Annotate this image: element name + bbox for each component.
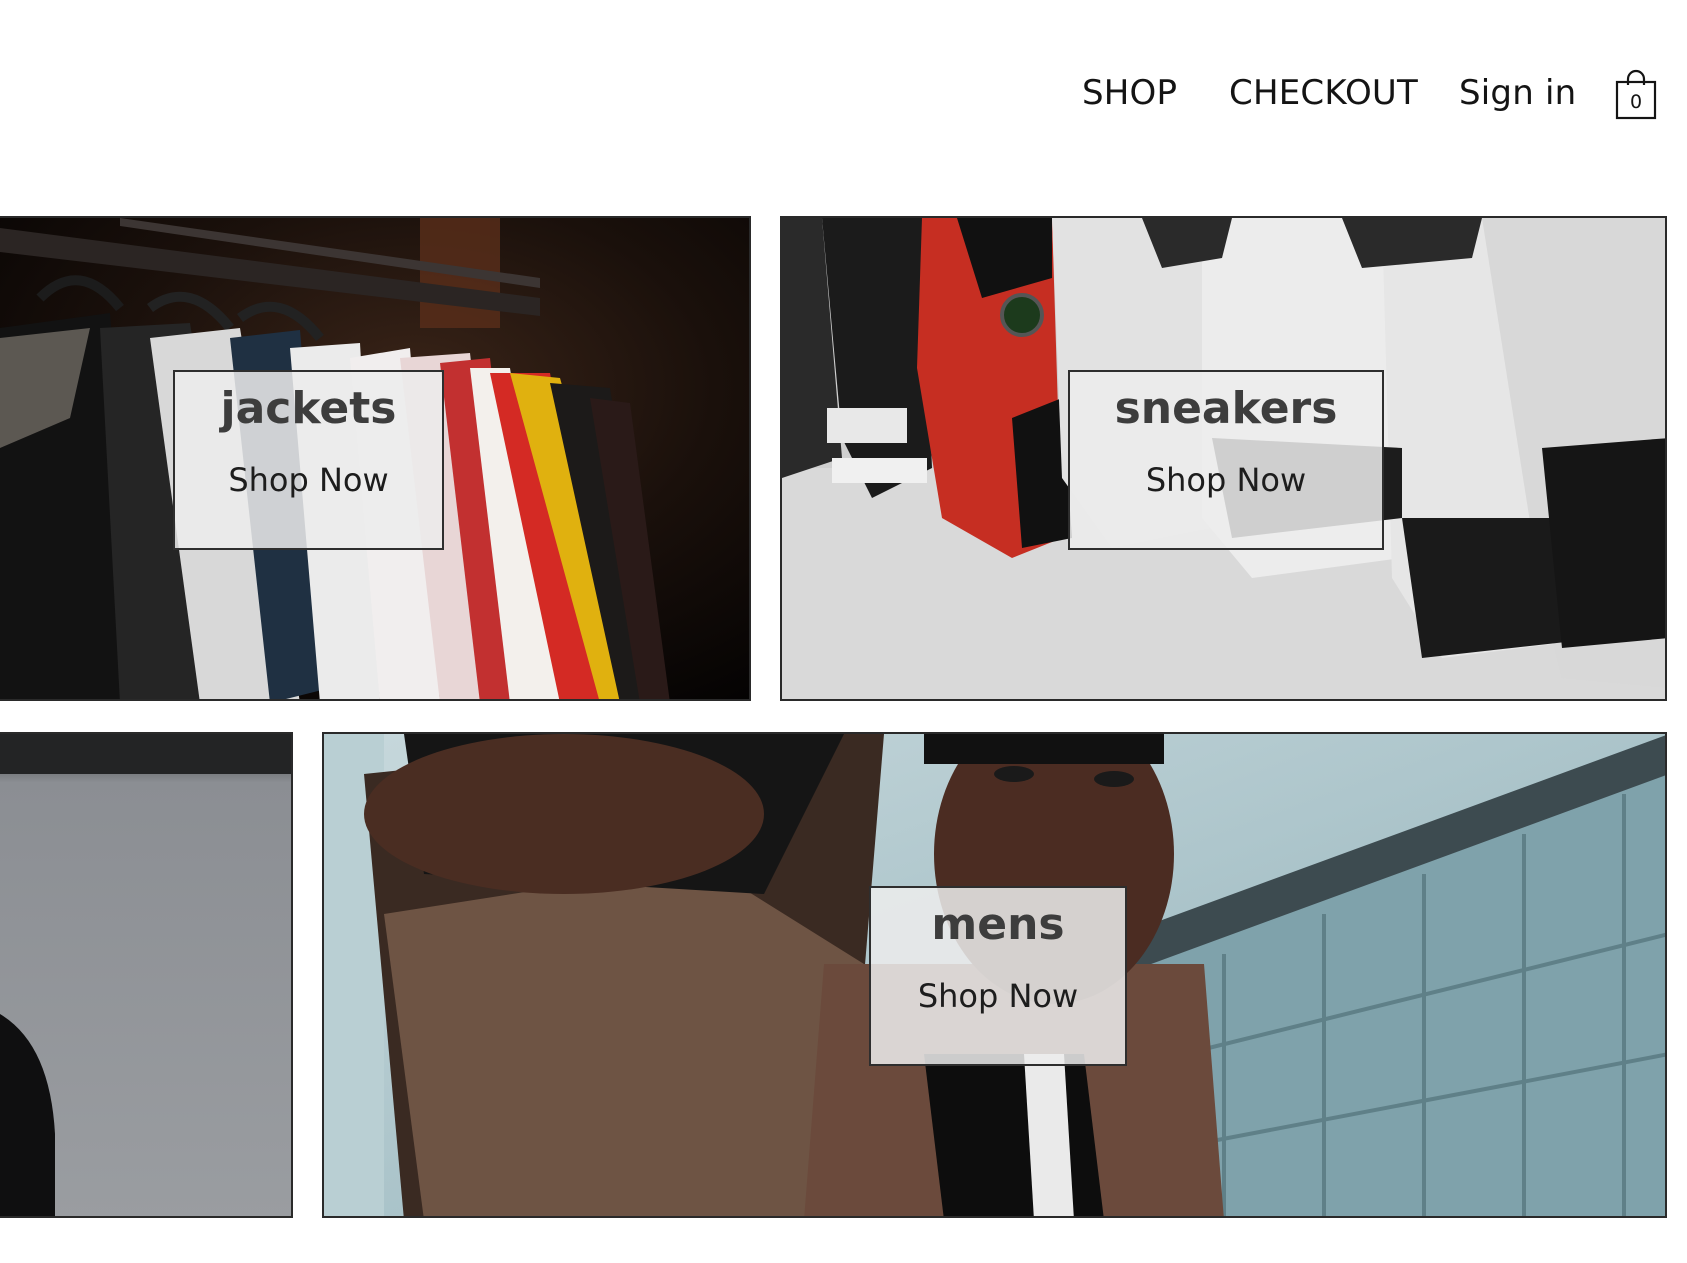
nav-shop-link[interactable]: SHOP — [1082, 73, 1177, 113]
nav-checkout-link[interactable]: CHECKOUT — [1229, 73, 1418, 113]
cart-count: 0 — [1629, 91, 1643, 113]
category-overlay-jackets[interactable]: jackets Shop Now — [173, 370, 444, 550]
category-tile-mens[interactable]: mens Shop Now — [322, 732, 1667, 1218]
category-tile-partial[interactable] — [0, 732, 293, 1218]
shop-now-link[interactable]: Shop Now — [871, 976, 1125, 1016]
category-partial-image — [0, 734, 291, 1216]
category-title: sneakers — [1114, 383, 1338, 434]
category-tile-sneakers[interactable]: sneakers Shop Now — [780, 216, 1667, 701]
shop-now-link[interactable]: Shop Now — [175, 460, 442, 500]
category-overlay-sneakers[interactable]: sneakers Shop Now — [1068, 370, 1384, 550]
site-header: SHOP CHECKOUT Sign in 0 — [0, 0, 1687, 190]
category-overlay-mens[interactable]: mens Shop Now — [869, 886, 1127, 1066]
nav-sign-in-link[interactable]: Sign in — [1459, 73, 1576, 113]
category-title: jackets — [220, 383, 397, 434]
cart-button[interactable]: 0 — [1614, 68, 1658, 120]
category-title: mens — [931, 899, 1065, 950]
category-tile-jackets[interactable]: jackets Shop Now — [0, 216, 751, 701]
shop-now-link[interactable]: Shop Now — [1070, 460, 1382, 500]
